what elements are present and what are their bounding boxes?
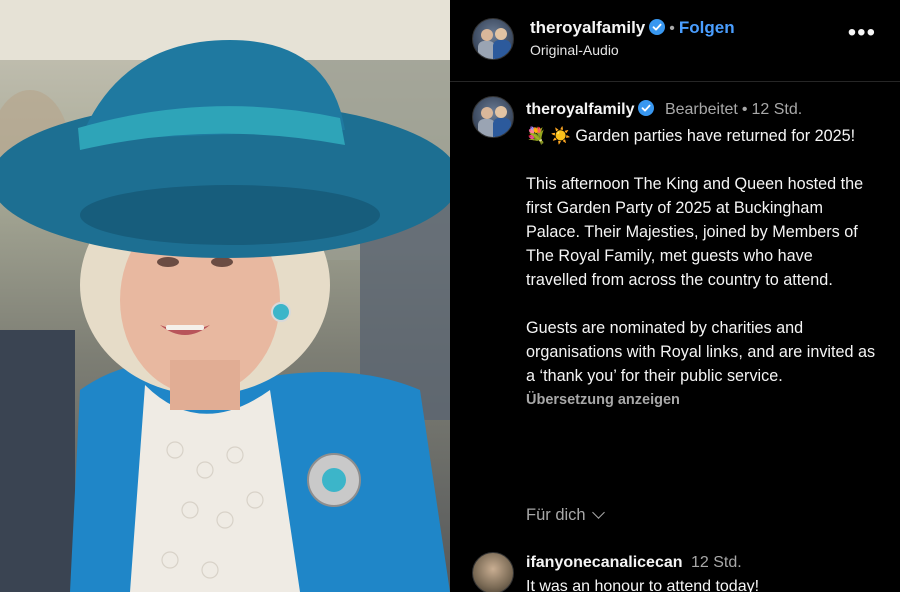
edited-label: Bearbeitet	[664, 101, 738, 118]
post-detail-panel: theroyalfamily • Folgen Original-Audio •••…	[450, 0, 900, 592]
post-photo[interactable]	[0, 0, 450, 592]
caption-username[interactable]: theroyalfamily	[526, 101, 634, 118]
caption-paragraph-3: Guests are nominated by charities and or…	[526, 319, 876, 385]
caption-user-row: theroyalfamily Bearbeitet • 12 Std.	[526, 100, 802, 119]
original-audio-link[interactable]: Original-Audio	[530, 42, 619, 58]
more-options-icon[interactable]: •••	[848, 21, 876, 45]
separator-dot: •	[669, 20, 675, 37]
flower-sun-emoji: 💐 ☀️	[526, 127, 571, 145]
post-header: theroyalfamily • Folgen Original-Audio •••	[450, 0, 900, 82]
profile-avatar[interactable]	[472, 18, 514, 60]
for-you-dropdown[interactable]: Für dich	[526, 506, 605, 525]
comment-text: It was an honour to attend today!	[526, 578, 760, 592]
comment-username[interactable]: ifanyonecanalicecan	[526, 554, 683, 571]
for-you-label: Für dich	[526, 506, 586, 524]
caption-text: 💐 ☀️ Garden parties have returned for 20…	[526, 124, 878, 412]
comment-timestamp[interactable]: 12 Std.	[691, 554, 742, 571]
chevron-down-icon	[591, 506, 605, 519]
comment-user-row: ifanyonecanalicecan 12 Std.	[526, 554, 742, 572]
caption-avatar[interactable]	[472, 96, 514, 138]
commenter-avatar[interactable]	[472, 552, 514, 592]
verified-badge-icon	[638, 100, 655, 116]
follow-button[interactable]: Folgen	[679, 18, 735, 37]
caption-line-1: Garden parties have returned for 2025!	[575, 127, 856, 145]
show-translation-link[interactable]: Übersetzung anzeigen	[526, 388, 878, 412]
separator-dot: •	[741, 101, 748, 118]
photo-illustration	[0, 0, 450, 592]
header-username[interactable]: theroyalfamily	[530, 18, 645, 37]
header-user-row: theroyalfamily • Folgen	[530, 18, 735, 38]
post-timestamp[interactable]: 12 Std.	[751, 101, 802, 118]
verified-badge-icon	[649, 19, 666, 35]
caption-paragraph-2: This afternoon The King and Queen hosted…	[526, 175, 864, 289]
